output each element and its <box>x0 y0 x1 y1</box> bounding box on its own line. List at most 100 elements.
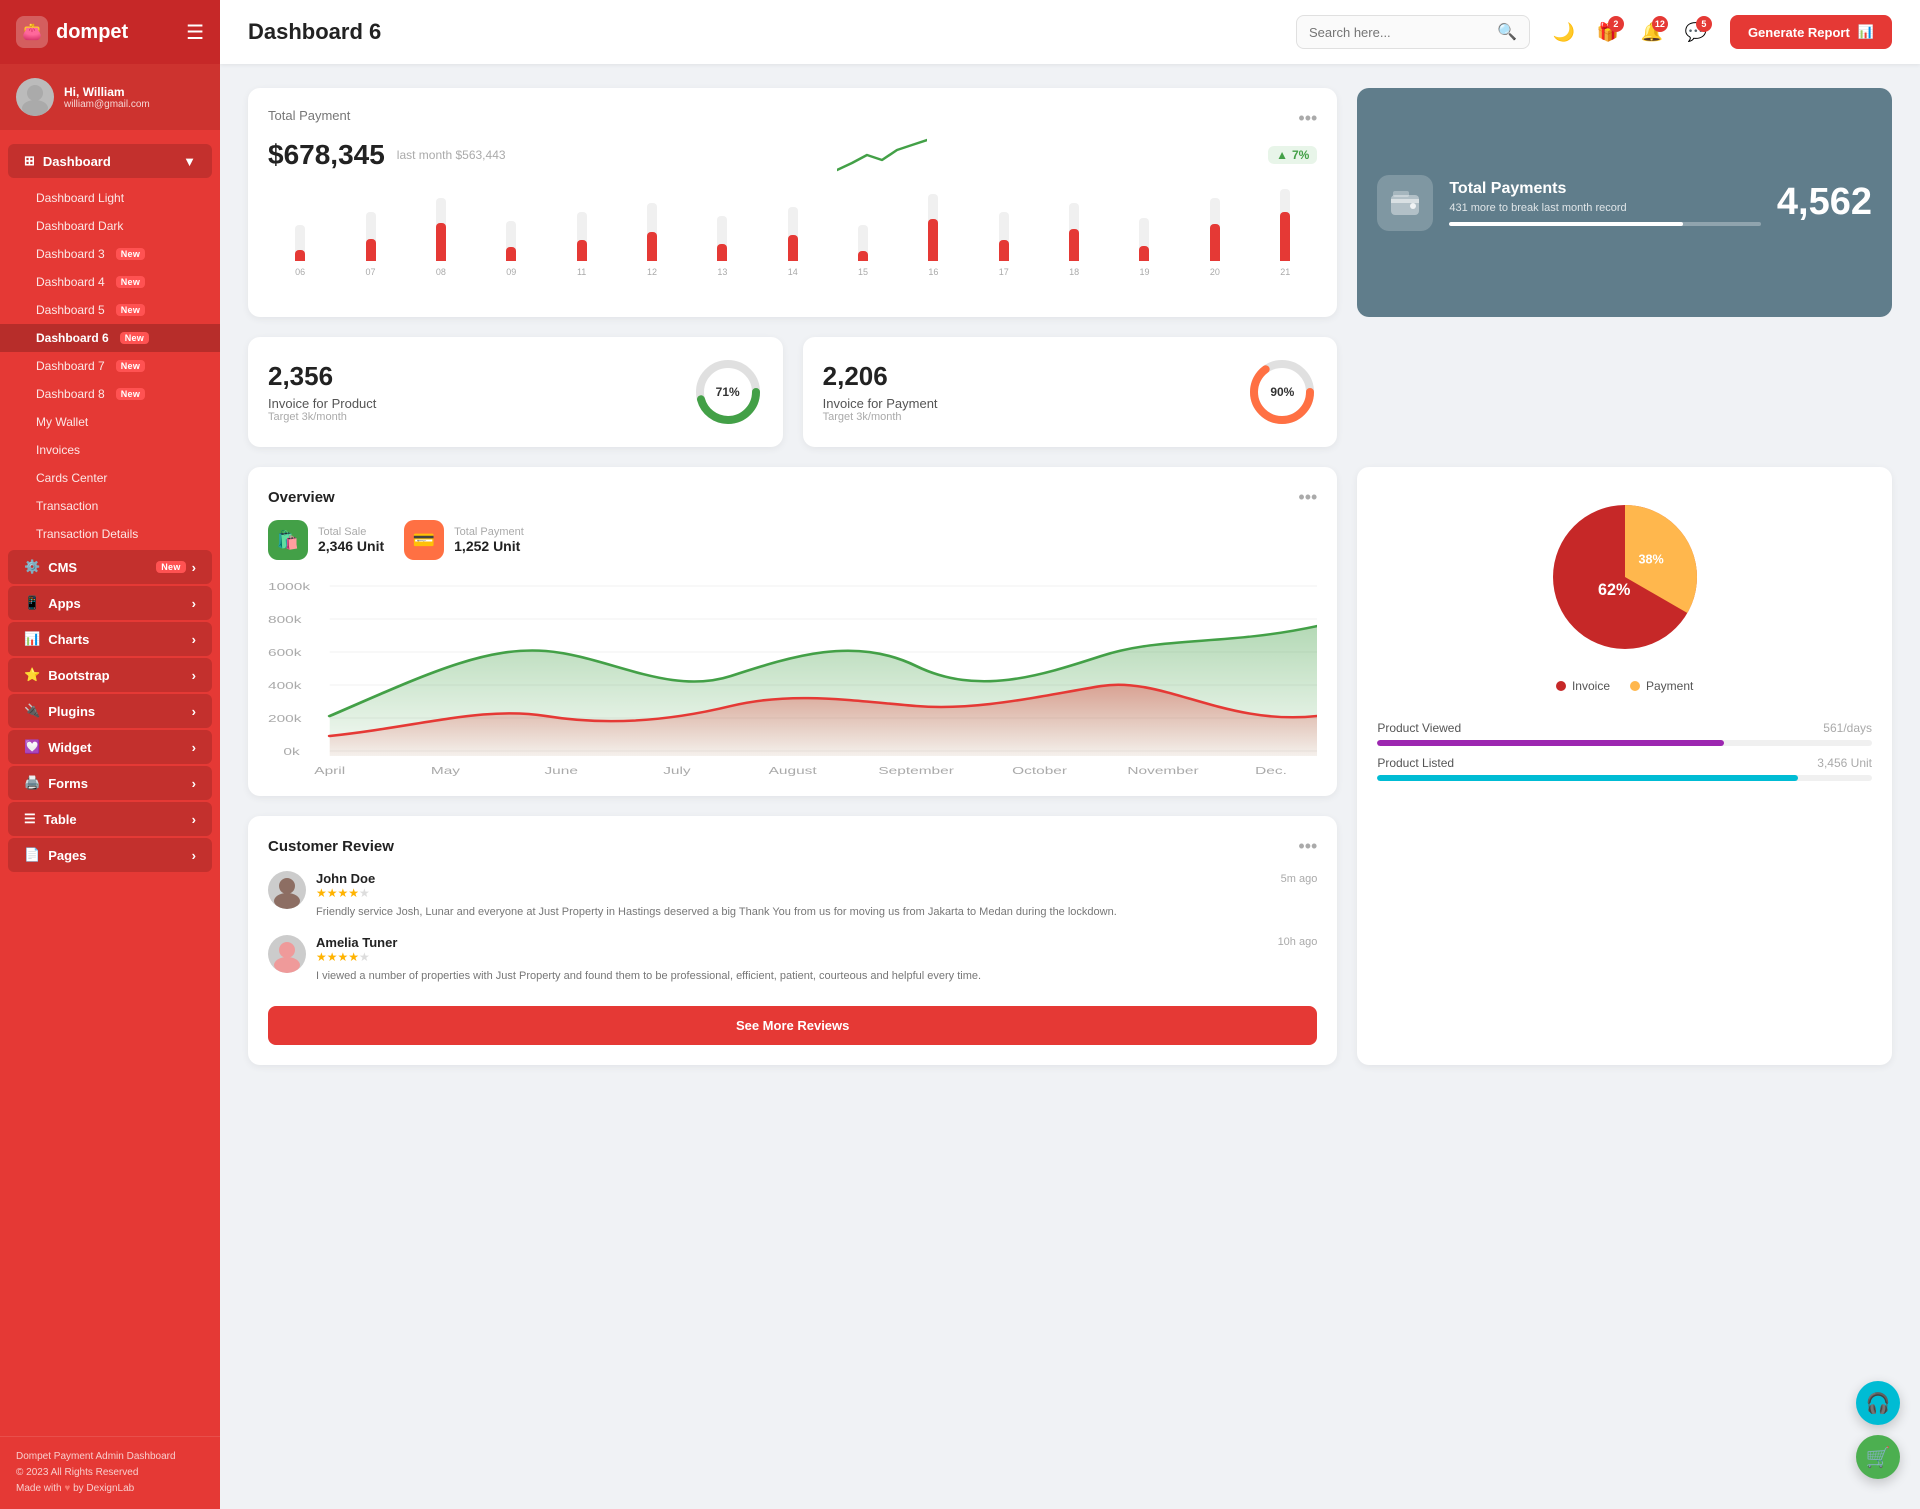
sidebar-item-transaction[interactable]: Transaction <box>0 492 220 520</box>
footer-brand: Dompet Payment Admin Dashboard <box>16 1449 204 1465</box>
footer-copy: © 2023 All Rights Reserved <box>16 1465 204 1481</box>
card-menu-icon[interactable]: ••• <box>1298 108 1317 129</box>
bar-label: 08 <box>436 267 446 277</box>
user-profile[interactable]: Hi, William william@gmail.com <box>0 64 220 130</box>
see-more-reviews-button[interactable]: See More Reviews <box>268 1006 1317 1045</box>
table-label: Table <box>44 812 192 827</box>
product-viewed-stat: Product Viewed 561/days <box>1377 721 1872 746</box>
sidebar-item-plugins[interactable]: 🔌 Plugins › <box>8 694 212 728</box>
sidebar-nav: ⊞ Dashboard ▼ Dashboard Light Dashboard … <box>0 130 220 1436</box>
invoice-product-card: 2,356 Invoice for Product Target 3k/mont… <box>248 337 783 447</box>
bar-label: 15 <box>858 267 868 277</box>
sidebar-item-dashboard[interactable]: ⊞ Dashboard ▼ <box>8 144 212 178</box>
trend-badge: ▲ 7% <box>1268 146 1317 164</box>
sidebar-item-forms[interactable]: 🖨️ Forms › <box>8 766 212 800</box>
sidebar-item-bootstrap[interactable]: ⭐ Bootstrap › <box>8 658 212 692</box>
sidebar-item-cms[interactable]: ⚙️ CMS New › <box>8 550 212 584</box>
total-payment-icon: 💳 <box>404 520 444 560</box>
invoice-product-donut: 71% <box>693 357 763 427</box>
floating-buttons: 🎧 🛒 <box>1856 1381 1900 1479</box>
sidebar-item-transaction-details[interactable]: Transaction Details <box>0 520 220 548</box>
invoice-pct-label: 62% <box>1598 581 1630 599</box>
cart-fab[interactable]: 🛒 <box>1856 1435 1900 1479</box>
svg-text:October: October <box>1012 765 1068 776</box>
sidebar-item-apps[interactable]: 📱 Apps › <box>8 586 212 620</box>
svg-text:September: September <box>878 765 954 776</box>
sidebar-item-cards-center[interactable]: Cards Center <box>0 464 220 492</box>
apps-icon: 📱 <box>24 595 40 611</box>
item-label: Cards Center <box>36 471 107 485</box>
sidebar-item-table[interactable]: ☰ Table › <box>8 802 212 836</box>
sidebar-item-pages[interactable]: 📄 Pages › <box>8 838 212 872</box>
sidebar-item-dashboard-6[interactable]: Dashboard 6 New <box>0 324 220 352</box>
stat-total-sale: 🛍️ Total Sale 2,346 Unit <box>268 520 384 560</box>
total-payment-title: Total Payment <box>268 108 350 123</box>
new-badge: New <box>116 248 145 260</box>
sidebar-item-invoices[interactable]: Invoices <box>0 436 220 464</box>
search-icon[interactable]: 🔍 <box>1497 22 1517 42</box>
sidebar: 👛 dompet ☰ Hi, William william@gmail.com… <box>0 0 220 1509</box>
item-label: Dashboard Light <box>36 191 124 205</box>
support-fab[interactable]: 🎧 <box>1856 1381 1900 1425</box>
dashboard-label: Dashboard <box>43 154 183 169</box>
review-card-header: Customer Review ••• <box>268 836 1317 857</box>
bar-bg <box>1139 218 1149 261</box>
donut-product-text: 71% <box>716 385 740 399</box>
theme-toggle-btn[interactable]: 🌙 <box>1546 14 1582 50</box>
review-menu-icon[interactable]: ••• <box>1298 836 1317 857</box>
sidebar-item-dashboard-light[interactable]: Dashboard Light <box>0 184 220 212</box>
total-sale-label: Total Sale <box>318 526 384 538</box>
invoice-payment-label: Invoice for Payment <box>823 396 938 411</box>
bar-group: 20 <box>1183 187 1247 277</box>
search-input[interactable] <box>1309 25 1489 40</box>
overview-title: Overview <box>268 489 335 506</box>
review-card-title: Customer Review <box>268 838 394 855</box>
bar-chart-area: 060708091112131415161718192021 <box>268 187 1317 297</box>
chevron-right-icon: › <box>192 596 196 611</box>
sidebar-item-dashboard-5[interactable]: Dashboard 5 New <box>0 296 220 324</box>
generate-report-button[interactable]: Generate Report 📊 <box>1730 15 1892 49</box>
gift-btn[interactable]: 🎁 2 <box>1590 14 1626 50</box>
product-viewed-value: 561/days <box>1823 721 1872 735</box>
bar-bg <box>717 216 727 261</box>
review-time-2: 10h ago <box>1278 936 1318 948</box>
chevron-right-icon: › <box>192 704 196 719</box>
sidebar-item-dashboard-4[interactable]: Dashboard 4 New <box>0 268 220 296</box>
new-badge: New <box>116 388 145 400</box>
sidebar-item-dashboard-8[interactable]: Dashboard 8 New <box>0 380 220 408</box>
bar-bg <box>366 212 376 262</box>
search-box[interactable]: 🔍 <box>1296 15 1530 49</box>
item-label: My Wallet <box>36 415 88 429</box>
username: William <box>83 85 125 99</box>
svg-text:1000k: 1000k <box>268 581 311 593</box>
footer-made: Made with ♥ by DexignLab <box>16 1481 204 1497</box>
new-badge: New <box>116 360 145 372</box>
sidebar-item-dashboard-3[interactable]: Dashboard 3 New <box>0 240 220 268</box>
sidebar-item-dashboard-7[interactable]: Dashboard 7 New <box>0 352 220 380</box>
avatar <box>16 78 54 116</box>
hamburger-icon[interactable]: ☰ <box>186 20 204 45</box>
area-chart-svg: 1000k 800k 600k 400k 200k 0k <box>268 576 1317 776</box>
chevron-right-icon: › <box>192 632 196 647</box>
review-content-2: Amelia Tuner 10h ago ★★★★★ I viewed a nu… <box>316 935 1317 985</box>
invoice-legend-dot <box>1556 681 1566 691</box>
bar-bg <box>1069 203 1079 262</box>
bar-bg <box>647 203 657 262</box>
sidebar-item-widget[interactable]: 💟 Widget › <box>8 730 212 764</box>
pie-chart-card: 62% 38% Invoice Payment <box>1357 467 1892 1065</box>
wallet-icon <box>1389 187 1421 219</box>
bar-fill <box>928 219 938 261</box>
review-item-2: Amelia Tuner 10h ago ★★★★★ I viewed a nu… <box>268 935 1317 985</box>
sidebar-item-charts[interactable]: 📊 Charts › <box>8 622 212 656</box>
widget-label: Widget <box>48 740 191 755</box>
sidebar-item-dashboard-dark[interactable]: Dashboard Dark <box>0 212 220 240</box>
logo[interactable]: 👛 dompet <box>16 16 128 48</box>
up-arrow-icon: ▲ <box>1276 148 1288 162</box>
generate-report-label: Generate Report <box>1748 25 1850 40</box>
bar-label: 18 <box>1069 267 1079 277</box>
notification-btn[interactable]: 🔔 12 <box>1634 14 1670 50</box>
overview-menu-icon[interactable]: ••• <box>1298 487 1317 508</box>
sidebar-item-my-wallet[interactable]: My Wallet <box>0 408 220 436</box>
user-email: william@gmail.com <box>64 99 150 110</box>
chat-btn[interactable]: 💬 5 <box>1678 14 1714 50</box>
